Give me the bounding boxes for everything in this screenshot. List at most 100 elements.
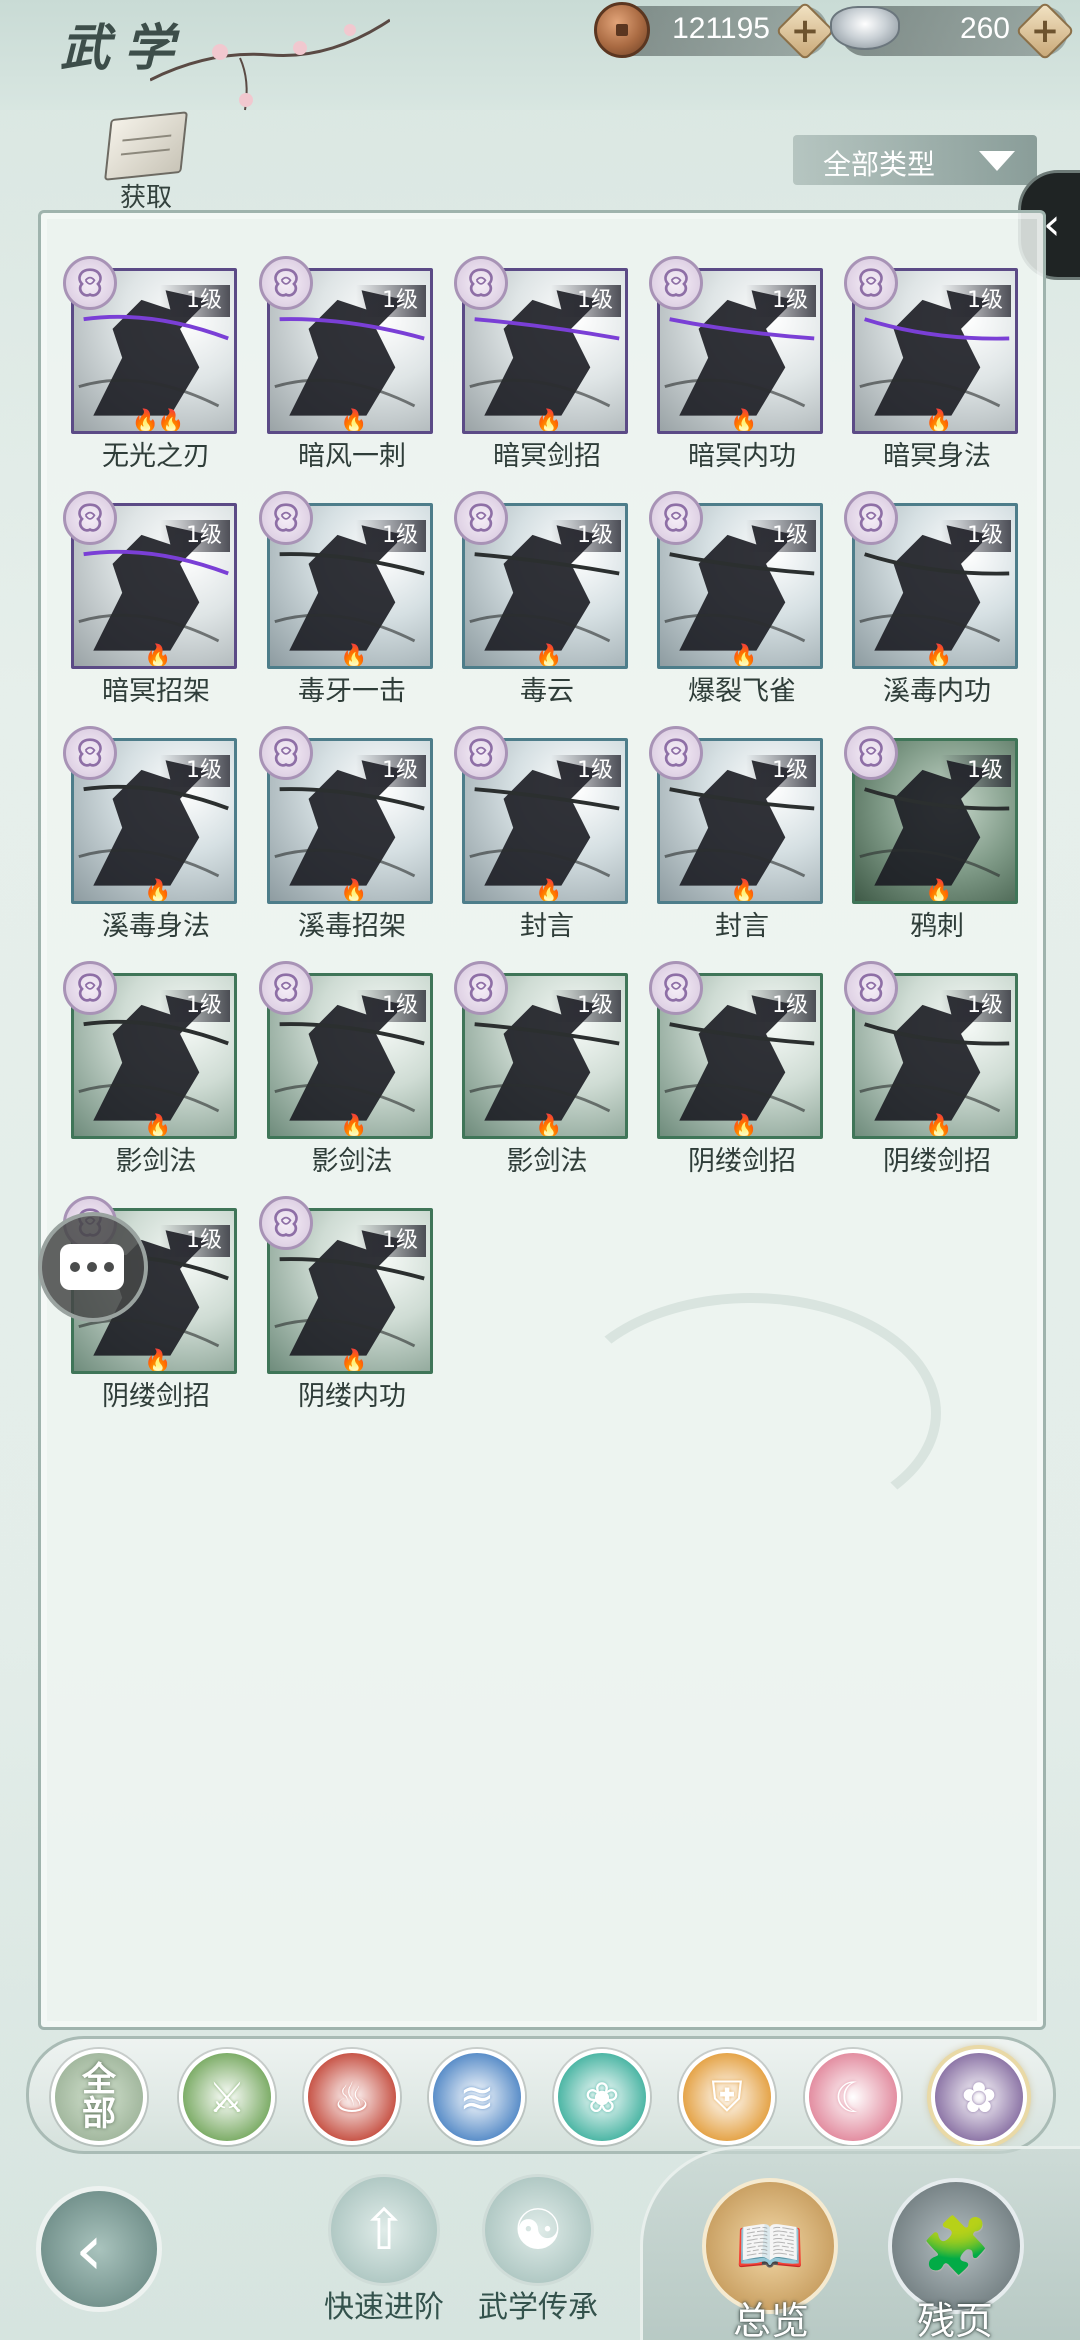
flame-rank-icon: 🔥 [340,409,367,434]
skill-card[interactable]: 1级 🔥 阴缕内功 [259,1196,437,1412]
chat-floating-button[interactable] [38,1212,148,1322]
skill-level-badge: 1级 [941,990,1011,1022]
flame-rank-icon: 🔥 [730,879,757,904]
skill-card[interactable]: 1级 🔥 影剑法 [259,961,437,1177]
flame-rank-icon: 🔥 [730,409,757,434]
skill-level-badge: 1级 [941,285,1011,317]
skill-card[interactable]: 1级 🔥 影剑法 [63,961,241,1177]
skill-level-badge: 1级 [941,520,1011,552]
skill-name: 溪毒身法 [102,911,210,942]
skill-card[interactable]: 1级 🔥 溪毒招架 [259,726,437,942]
acquire-button[interactable]: 获取 [98,111,194,215]
skill-name: 暗冥招架 [102,676,210,707]
skill-name: 暗冥剑招 [493,441,601,472]
moon-icon: ☾ [834,2072,872,2122]
skill-card[interactable]: 1级 🔥 毒云 [454,491,632,707]
element-filter-shield[interactable]: ⛨ [679,2049,775,2145]
rose-element-icon [649,491,703,545]
flame-rank-icon: 🔥 [144,644,171,669]
flame-rank-icon: 🔥 [340,879,367,904]
skill-name: 毒云 [520,676,574,707]
skill-card[interactable]: 1级 🔥 溪毒身法 [63,726,241,942]
flame-rank-icon: 🔥 [535,879,562,904]
skill-card[interactable]: 1级 🔥 暗冥招架 [63,491,241,707]
rose-element-icon [63,491,117,545]
element-filter-bar: 全部 ⚔ ♨ ≋ ❀ ⛨ ☾ ✿ [26,2036,1056,2154]
skill-card[interactable]: 1级 🔥 暗冥剑招 [454,256,632,472]
skill-card[interactable]: 1级 🔥 暗冥身法 [844,256,1022,472]
quick-advance-label: 快速进阶 [324,2290,444,2325]
skill-name: 毒牙一击 [298,676,406,707]
cloud-swirl-decoration [561,1293,941,1533]
copper-coin-icon [594,2,650,58]
quick-advance-button[interactable]: ⇧ 快速进阶 [314,2170,454,2330]
rose-icon: ✿ [961,2072,997,2122]
skill-card[interactable]: 1级 🔥 封言 [454,726,632,942]
rose-element-icon [454,726,508,780]
skill-level-badge: 1级 [356,990,426,1022]
skill-card[interactable]: 1级 🔥 暗冥内功 [649,256,827,472]
skill-card[interactable]: 1级 🔥 鸦刺 [844,726,1022,942]
skill-name: 封言 [520,911,574,942]
flame-rank-icon: 🔥 [144,1349,171,1374]
flame-rank-icon: 🔥 [535,409,562,434]
flame-rank-icon: 🔥 [925,644,952,669]
flame-rank-icon: 🔥 [730,1114,757,1139]
skill-card[interactable]: 1级 🔥🔥 无光之刃 [63,256,241,472]
skill-card[interactable]: 1级 🔥 溪毒内功 [844,491,1022,707]
element-filter-rose[interactable]: ✿ [931,2049,1027,2145]
skill-card[interactable]: 1级 🔥 爆裂飞雀 [649,491,827,707]
rose-element-icon [844,256,898,310]
skill-level-badge: 1级 [356,285,426,317]
skill-name: 溪毒招架 [298,911,406,942]
skill-name: 暗风一刺 [298,441,406,472]
rose-element-icon [844,726,898,780]
chat-icon [60,1244,124,1290]
skill-card[interactable]: 1级 🔥 阴缕剑招 [649,961,827,1177]
skill-level-badge: 1级 [356,755,426,787]
butterfly-icon: ❀ [584,2072,620,2122]
skill-name: 暗冥身法 [883,441,991,472]
skill-card[interactable]: 1级 🔥 影剑法 [454,961,632,1177]
element-filter-fire[interactable]: ♨ [304,2049,400,2145]
element-filter-bamboo[interactable]: ⚔ [179,2049,275,2145]
back-arrow-icon: ‹ [75,2209,103,2291]
back-button[interactable]: ‹ [36,2186,162,2312]
skill-level-badge: 1级 [941,755,1011,787]
flame-rank-icon: 🔥 [340,1114,367,1139]
all-top-label: 全 [82,2060,116,2100]
skill-name: 阴缕内功 [298,1381,406,1412]
flame-rank-icon: 🔥 [535,1114,562,1139]
inheritance-button[interactable]: ☯ 武学传承 [468,2170,608,2330]
skill-card[interactable]: 1级 🔥 封言 [649,726,827,942]
silver-ingot-currency: 260 + [830,1,1075,61]
skill-name: 鸦刺 [910,911,964,942]
skill-level-badge: 1级 [551,520,621,552]
fire-icon: ♨ [333,2072,371,2122]
type-filter-dropdown[interactable]: 全部类型 [793,135,1037,185]
copper-coin-currency: 121195 + [594,1,835,61]
all-bottom-label: 部 [82,2094,116,2134]
skill-card[interactable]: 1级 🔥 阴缕剑招 [844,961,1022,1177]
silver-ingot-icon [830,6,900,50]
skill-level-badge: 1级 [160,1225,230,1257]
skill-level-badge: 1级 [746,990,816,1022]
rose-element-icon [454,961,508,1015]
skills-panel: 1级 🔥🔥 无光之刃 1级 🔥 暗风一刺 1级 🔥 暗冥剑招 1级 🔥 暗冥内功 1级 🔥 暗冥身法 1级 🔥 暗… [38,210,1046,2030]
element-filter-butterfly[interactable]: ❀ [554,2049,650,2145]
skill-level-badge: 1级 [746,755,816,787]
rose-element-icon [63,256,117,310]
rose-element-icon [259,961,313,1015]
element-filter-all[interactable]: 全部 [51,2049,147,2145]
bamboo-icon: ⚔ [208,2072,246,2122]
skill-level-badge: 1级 [551,755,621,787]
skill-card[interactable]: 1级 🔥 暗风一刺 [259,256,437,472]
element-filter-wave[interactable]: ≋ [429,2049,525,2145]
add-coin-button[interactable]: + [775,1,835,61]
add-silver-button[interactable]: + [1015,1,1075,61]
element-filter-moon[interactable]: ☾ [805,2049,901,2145]
rose-element-icon [63,961,117,1015]
skill-card[interactable]: 1级 🔥 毒牙一击 [259,491,437,707]
skill-name: 爆裂飞雀 [688,676,796,707]
silver-value: 260 [959,12,1010,45]
